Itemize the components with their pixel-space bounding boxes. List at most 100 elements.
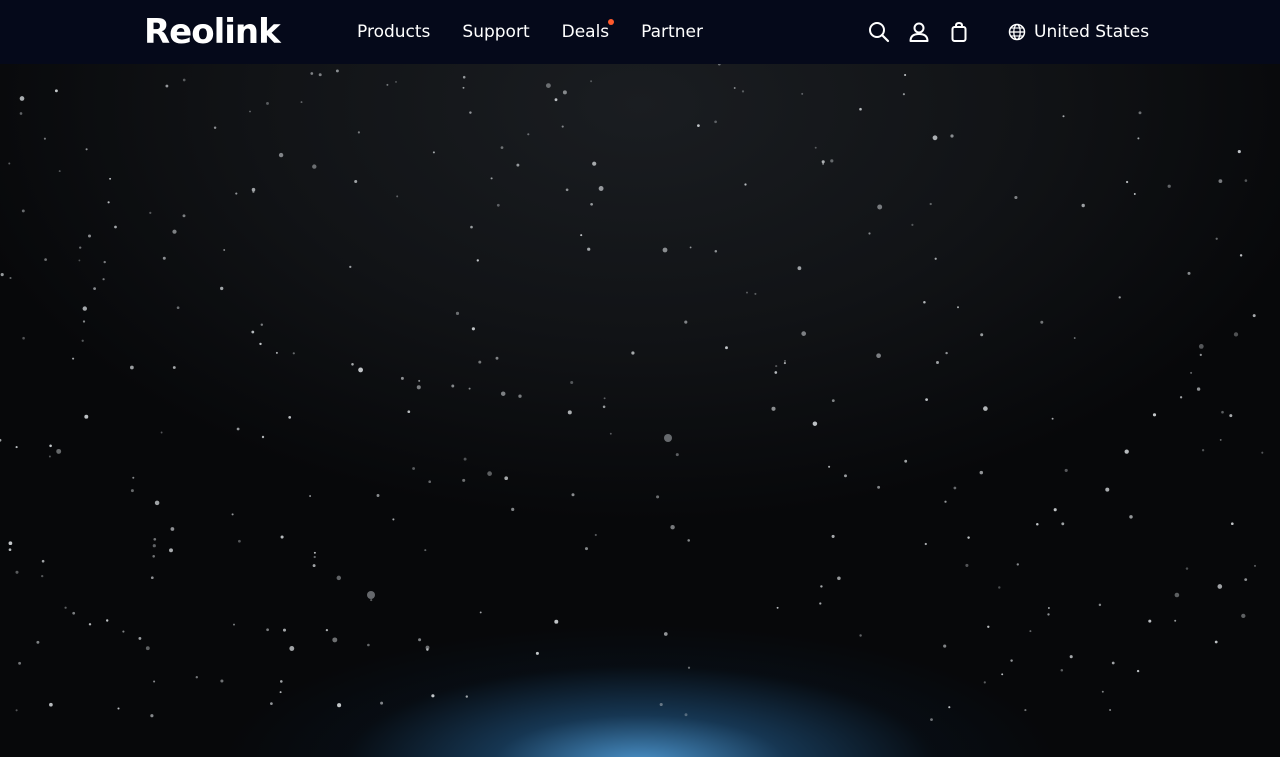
star xyxy=(44,258,47,261)
header-tools xyxy=(868,0,988,64)
star xyxy=(412,467,416,470)
star xyxy=(153,680,156,683)
star xyxy=(1047,607,1050,609)
star xyxy=(490,177,493,180)
region-selector[interactable]: United States xyxy=(1008,0,1149,64)
star xyxy=(930,718,933,721)
star xyxy=(1124,449,1129,454)
region-label: United States xyxy=(1034,22,1150,42)
star xyxy=(1214,640,1218,644)
star xyxy=(259,342,262,346)
star xyxy=(152,555,155,558)
nav-partner-label: Partner xyxy=(641,22,703,42)
star xyxy=(251,187,256,192)
star xyxy=(1073,337,1076,339)
star xyxy=(1138,111,1142,115)
star xyxy=(602,405,606,409)
star xyxy=(733,87,736,89)
star xyxy=(904,459,908,463)
star xyxy=(590,202,593,206)
star xyxy=(160,431,163,434)
star xyxy=(162,256,166,260)
star xyxy=(1111,661,1115,665)
star xyxy=(1118,296,1121,299)
star xyxy=(132,476,135,479)
star xyxy=(1137,137,1140,140)
top-navigation-bar: Reolink Products Support Deals Partner U… xyxy=(0,0,1280,64)
user-icon[interactable] xyxy=(908,21,930,43)
nav-partner[interactable]: Partner xyxy=(641,22,703,42)
globe-icon xyxy=(1008,23,1026,41)
star xyxy=(1229,414,1233,418)
star xyxy=(332,637,338,643)
star xyxy=(831,399,835,402)
star xyxy=(1190,371,1193,374)
star xyxy=(462,86,465,89)
star xyxy=(424,549,427,552)
nav-deals[interactable]: Deals xyxy=(562,19,615,42)
search-icon[interactable] xyxy=(868,21,890,43)
star xyxy=(571,493,575,497)
star xyxy=(511,507,515,511)
star xyxy=(19,112,23,115)
star xyxy=(418,379,421,382)
star xyxy=(21,209,25,213)
nav-products[interactable]: Products xyxy=(357,22,430,42)
star xyxy=(775,365,778,368)
cart-icon[interactable] xyxy=(948,21,970,43)
star xyxy=(801,92,804,95)
star xyxy=(684,713,688,717)
star xyxy=(8,162,11,165)
nav-support[interactable]: Support xyxy=(462,22,529,42)
star xyxy=(1053,508,1057,512)
star xyxy=(953,486,957,490)
star xyxy=(659,702,663,707)
star xyxy=(266,628,269,632)
star xyxy=(801,331,807,336)
star xyxy=(58,170,61,173)
star xyxy=(261,435,265,439)
star xyxy=(877,485,881,489)
star xyxy=(1010,659,1013,662)
star xyxy=(1136,669,1140,673)
star xyxy=(1218,179,1223,183)
star xyxy=(594,533,597,537)
star xyxy=(717,64,721,66)
star xyxy=(527,133,530,136)
star xyxy=(819,602,822,605)
star xyxy=(376,494,380,497)
star xyxy=(49,702,53,707)
star xyxy=(1196,387,1201,391)
star xyxy=(580,234,583,237)
star xyxy=(590,80,593,83)
star xyxy=(923,301,926,304)
star xyxy=(844,474,847,478)
star xyxy=(84,414,89,419)
reolink-logo[interactable]: Reolink xyxy=(144,12,281,52)
star xyxy=(831,534,835,538)
nav-support-label: Support xyxy=(462,22,530,42)
star xyxy=(182,214,186,218)
star xyxy=(500,146,504,149)
star xyxy=(1254,564,1256,567)
star xyxy=(275,351,278,354)
star xyxy=(1148,619,1152,623)
star xyxy=(820,585,823,588)
star xyxy=(504,476,509,481)
star xyxy=(117,707,120,710)
star xyxy=(170,527,175,531)
star xyxy=(603,397,606,400)
star xyxy=(88,234,91,238)
star xyxy=(395,80,397,83)
star xyxy=(545,83,551,89)
star xyxy=(462,75,466,79)
star xyxy=(455,311,460,315)
star xyxy=(85,148,88,151)
star xyxy=(318,73,322,77)
star xyxy=(43,137,46,140)
star xyxy=(561,125,564,128)
star xyxy=(367,643,370,647)
star xyxy=(1109,708,1112,712)
star xyxy=(714,249,718,253)
star xyxy=(983,681,986,684)
